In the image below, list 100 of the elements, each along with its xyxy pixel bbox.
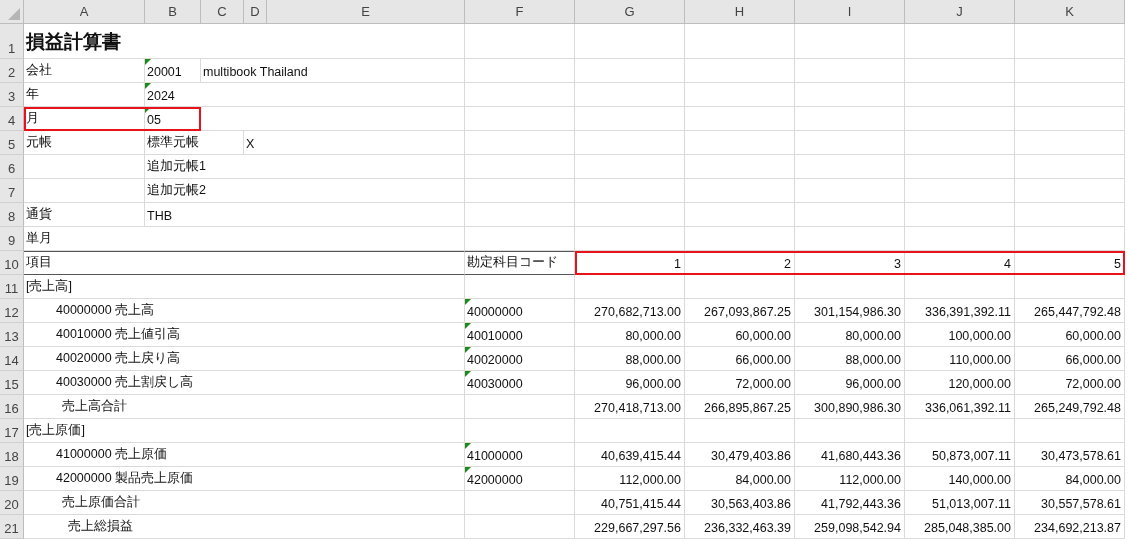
row-header[interactable]: 17	[0, 419, 24, 443]
column-header[interactable]: K	[1015, 0, 1125, 24]
row-header[interactable]: 3	[0, 83, 24, 107]
cell-text: 80,000.00	[845, 329, 901, 343]
cell-text: 売上高合計	[62, 398, 127, 415]
cell-text: 売上総損益	[68, 518, 133, 535]
cell-text: 単月	[26, 230, 52, 247]
cell-text: 追加元帳2	[147, 182, 206, 199]
cell-text: 40,639,415.44	[601, 449, 681, 463]
cell-text: 30,563,403.86	[711, 497, 791, 511]
row-header[interactable]: 7	[0, 179, 24, 203]
row-header[interactable]: 6	[0, 155, 24, 179]
row-header[interactable]: 2	[0, 59, 24, 83]
row-header[interactable]: 4	[0, 107, 24, 131]
sheet-title: 損益計算書	[26, 30, 121, 54]
cell-text: 84,000.00	[735, 473, 791, 487]
column-header[interactable]: J	[905, 0, 1015, 24]
cell-text: [売上原価]	[26, 422, 85, 439]
cell-text: 2	[784, 257, 791, 271]
cell-text: 110,000.00	[949, 353, 1011, 367]
row-header[interactable]: 12	[0, 299, 24, 323]
cell-text: 88,000.00	[845, 353, 901, 367]
cell-text: 40020000	[467, 353, 523, 367]
cell-text: 通貨	[26, 206, 52, 223]
row-header[interactable]: 13	[0, 323, 24, 347]
cell-text: [売上高]	[26, 278, 72, 295]
row-header[interactable]: 19	[0, 467, 24, 491]
column-header[interactable]: D	[244, 0, 267, 24]
cell-text: 年	[26, 86, 39, 103]
cell-text: 120,000.00	[948, 377, 1011, 391]
row-header[interactable]: 15	[0, 371, 24, 395]
cell-text: 30,473,578.61	[1041, 449, 1121, 463]
row-header[interactable]: 14	[0, 347, 24, 371]
cell-text: 266,895,867.25	[704, 401, 791, 415]
row-header[interactable]: 21	[0, 515, 24, 539]
cell-text: 追加元帳1	[147, 158, 206, 175]
cell-text: 270,682,713.00	[594, 305, 681, 319]
cell-text: 月	[26, 110, 39, 127]
cell-text: 40010000 売上値引高	[56, 326, 181, 343]
row-header[interactable]: 18	[0, 443, 24, 467]
column-header[interactable]: E	[267, 0, 465, 24]
cell-text: 4	[1004, 257, 1011, 271]
cell-text: 40000000	[467, 305, 523, 319]
row-header[interactable]: 10	[0, 251, 24, 275]
cell-text: 2024	[147, 89, 175, 103]
cell-text: 265,249,792.48	[1034, 401, 1121, 415]
cell-text: 40030000	[467, 377, 523, 391]
cell-text: 42000000	[467, 473, 523, 487]
cell-text: 会社	[26, 62, 52, 79]
cell-text: 301,154,986.30	[814, 305, 901, 319]
cell-text: 100,000.00	[948, 329, 1011, 343]
column-header[interactable]: A	[24, 0, 145, 24]
cell-text: 勘定科目コード	[467, 254, 558, 271]
column-header[interactable]: F	[465, 0, 575, 24]
cell-text: 80,000.00	[625, 329, 681, 343]
cell-text: 30,479,403.86	[711, 449, 791, 463]
cell-text: 41000000	[467, 449, 523, 463]
cell-text: 259,098,542.94	[814, 521, 901, 535]
cell-text: 売上原価合計	[62, 494, 140, 511]
cell-text: 元帳	[26, 134, 52, 151]
cell-text: 66,000.00	[1065, 353, 1121, 367]
cell-text: 265,447,792.48	[1034, 305, 1121, 319]
column-header[interactable]: I	[795, 0, 905, 24]
cell-text: 05	[147, 113, 161, 127]
row-header[interactable]: 5	[0, 131, 24, 155]
cell-text: 5	[1114, 257, 1121, 271]
cell-text: 40010000	[467, 329, 523, 343]
column-header[interactable]: C	[201, 0, 244, 24]
cell-text: 96,000.00	[845, 377, 901, 391]
cell-text: 1	[674, 257, 681, 271]
row-header[interactable]: 20	[0, 491, 24, 515]
cell-text: 270,418,713.00	[594, 401, 681, 415]
cell-text: multibook Thailand	[203, 65, 308, 79]
cell-text: 336,061,392.11	[925, 401, 1011, 415]
cell-text: 50,873,007.11	[932, 449, 1011, 463]
cell-text: 標準元帳	[147, 134, 199, 151]
cell-text: 41000000 売上原価	[56, 446, 168, 463]
cell-text: 60,000.00	[1065, 329, 1121, 343]
column-header[interactable]: G	[575, 0, 685, 24]
row-header[interactable]: 8	[0, 203, 24, 227]
cell-text: 30,557,578.61	[1041, 497, 1121, 511]
select-all-icon[interactable]	[8, 8, 20, 20]
cell-text: 336,391,392.11	[925, 305, 1011, 319]
row-header[interactable]: 1	[0, 24, 24, 59]
cell-text: 96,000.00	[625, 377, 681, 391]
cell-text: 88,000.00	[625, 353, 681, 367]
cell-text: 84,000.00	[1065, 473, 1121, 487]
cell-text: 40,751,415.44	[601, 497, 681, 511]
cell-text: 267,093,867.25	[704, 305, 791, 319]
column-header[interactable]: B	[145, 0, 201, 24]
cell-text: X	[246, 137, 255, 151]
cell-text: 234,692,213.87	[1034, 521, 1121, 535]
row-header[interactable]: 16	[0, 395, 24, 419]
cell-text: 60,000.00	[735, 329, 791, 343]
cell-text: 40000000 売上高	[56, 302, 155, 319]
cell-text: 41,680,443.36	[821, 449, 901, 463]
cell-text: 72,000.00	[735, 377, 791, 391]
row-header[interactable]: 9	[0, 227, 24, 251]
column-header[interactable]: H	[685, 0, 795, 24]
row-header[interactable]: 11	[0, 275, 24, 299]
